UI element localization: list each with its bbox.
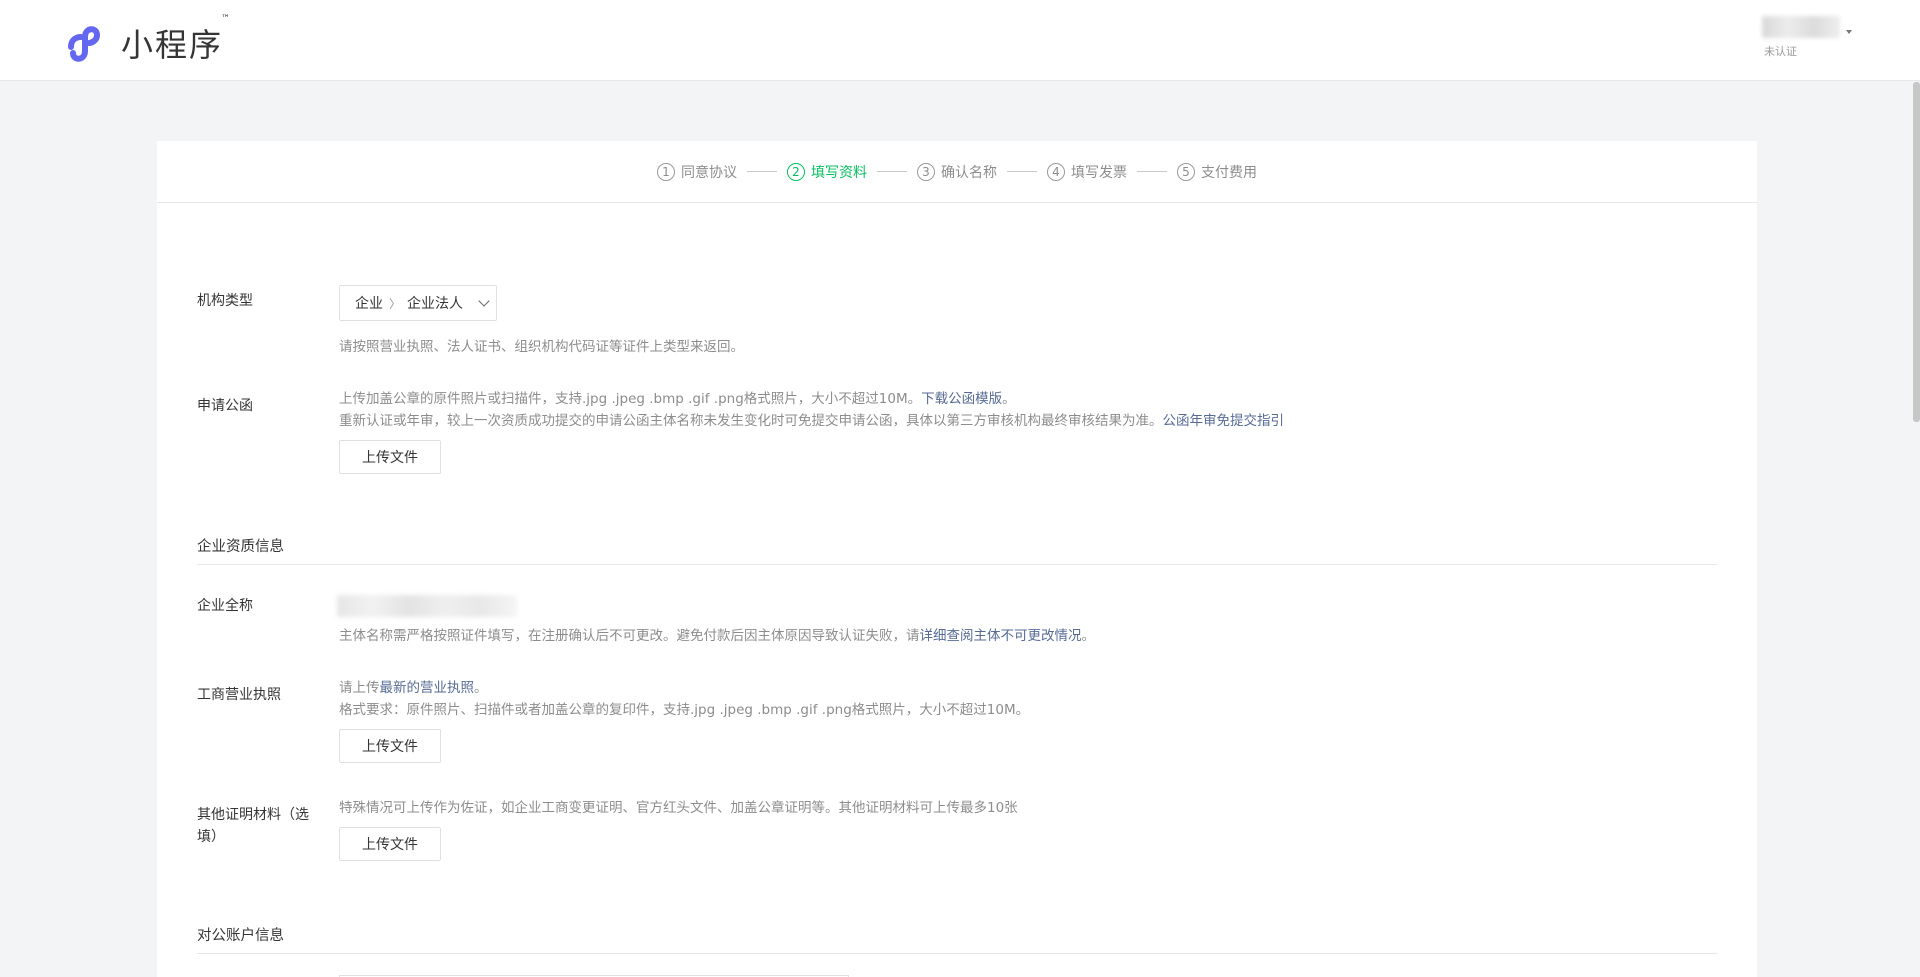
chevron-right-icon: 〉 [389, 296, 402, 311]
org-type-hint: 请按照营业执照、法人证书、组织机构代码证等证件上类型来返回。 [339, 339, 744, 355]
letter-label: 申请公函 [197, 398, 253, 414]
name-change-details-link[interactable]: 详细查阅主体不可更改情况 [920, 628, 1082, 644]
annual-review-guide-link[interactable]: 公函年审免提交指引 [1163, 413, 1285, 429]
letter-hint-2: 重新认证或年审，较上一次资质成功提交的申请公函主体名称未发生变化时可免提交申请公… [339, 413, 1285, 429]
business-license-hint-1: 请上传最新的营业执照。 [339, 680, 488, 696]
step-label: 同意协议 [681, 164, 737, 181]
download-template-link[interactable]: 下载公函模版 [921, 391, 1002, 407]
logo-text: 小程序™ [121, 14, 233, 64]
other-materials-hint: 特殊情况可上传作为佐证，如企业工商变更证明、官方红头文件、加盖公章证明等。其他证… [339, 800, 1018, 816]
account-status: 未认证 [1764, 45, 1797, 58]
business-license-hint-2: 格式要求：原件照片、扫描件或者加盖公章的复印件，支持.jpg .jpeg .bm… [339, 702, 1030, 718]
step-label: 填写发票 [1071, 164, 1127, 181]
org-type-value-level2: 企业法人 [407, 296, 464, 312]
business-license-upload-button[interactable]: 上传文件 [339, 729, 441, 763]
latest-license-link[interactable]: 最新的营业执照 [380, 680, 475, 696]
step-4: 4 填写发票 [1047, 162, 1127, 182]
step-2: 2 填写资料 [787, 162, 867, 182]
step-number: 4 [1047, 162, 1065, 181]
company-name-label: 企业全称 [197, 598, 253, 614]
step-number: 2 [787, 162, 805, 181]
step-label: 确认名称 [941, 164, 997, 181]
mini-program-logo-icon [68, 26, 101, 62]
caret-down-icon [1846, 30, 1852, 34]
form-card: 1 同意协议 2 填写资料 3 确认名称 4 填写发票 5 支付费用 机构类型 … [157, 141, 1757, 977]
company-name-value [337, 595, 517, 617]
org-type-select[interactable]: 企业 〉 企业法人 [339, 285, 497, 321]
step-divider [1007, 171, 1037, 172]
account-menu[interactable]: 未认证 [1762, 16, 1852, 58]
letter-hint-1: 上传加盖公章的原件照片或扫描件，支持.jpg .jpeg .bmp .gif .… [339, 391, 1016, 407]
letter-content: 上传加盖公章的原件照片或扫描件，支持.jpg .jpeg .bmp .gif .… [339, 388, 1284, 474]
step-number: 5 [1177, 162, 1195, 181]
qualification-section-title: 企业资质信息 [197, 535, 1717, 565]
step-label: 支付费用 [1201, 164, 1257, 181]
step-1: 1 同意协议 [657, 162, 737, 182]
step-number: 3 [917, 162, 935, 181]
step-divider [877, 171, 907, 172]
company-name-hint: 主体名称需严格按照证件填写，在注册确认后不可更改。避免付款后因主体原因导致认证失… [339, 628, 1095, 644]
other-materials-upload-button[interactable]: 上传文件 [339, 827, 441, 861]
step-progress: 1 同意协议 2 填写资料 3 确认名称 4 填写发票 5 支付费用 [157, 141, 1757, 203]
avatar [1762, 16, 1840, 38]
step-label: 填写资料 [811, 164, 867, 181]
business-license-content: 请上传最新的营业执照。 格式要求：原件照片、扫描件或者加盖公章的复印件，支持.j… [339, 677, 1029, 763]
other-materials-content: 特殊情况可上传作为佐证，如企业工商变更证明、官方红头文件、加盖公章证明等。其他证… [339, 797, 1018, 861]
step-5: 5 支付费用 [1177, 162, 1257, 182]
bank-section-title: 对公账户信息 [197, 924, 1717, 954]
page-scrollbar[interactable] [1913, 82, 1920, 422]
company-name-redacted [337, 595, 517, 617]
org-type-value-level1: 企业 [355, 296, 383, 312]
letter-upload-button[interactable]: 上传文件 [339, 440, 441, 474]
org-type-select-wrap: 企业 〉 企业法人 [339, 285, 497, 321]
step-divider [747, 171, 777, 172]
step-3: 3 确认名称 [917, 162, 997, 182]
other-materials-label: 其他证明材料（选 填） [197, 807, 309, 845]
logo[interactable]: 小程序™ [63, 14, 233, 66]
business-license-label: 工商营业执照 [197, 687, 281, 703]
step-divider [1137, 171, 1167, 172]
step-number: 1 [657, 162, 675, 181]
top-header: 小程序™ 未认证 [0, 0, 1920, 81]
org-type-label: 机构类型 [197, 293, 253, 309]
chevron-down-icon [478, 295, 490, 307]
